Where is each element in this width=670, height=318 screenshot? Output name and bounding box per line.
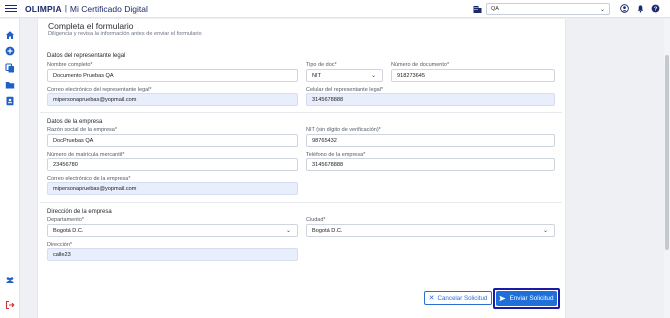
help-question-icon[interactable]: ? — [651, 4, 660, 13]
scrollbar-thumb[interactable] — [665, 55, 669, 250]
section-title-direccion: Dirección de la empresa — [47, 209, 112, 215]
send-request-label: Enviar Solicitud — [509, 295, 554, 302]
home-icon[interactable] — [5, 30, 15, 40]
razon-input[interactable]: DocPruebas QA — [47, 134, 298, 147]
correo-rep-value: mipersonapruebas@yopmail.com — [53, 96, 137, 103]
form-subtitle: Diligencia y revisa la información antes… — [48, 31, 202, 37]
nit-value: 98765432 — [312, 137, 337, 144]
app-title: Mi Certificado Digital — [69, 3, 148, 14]
page-scrollbar[interactable] — [664, 19, 670, 318]
chevron-down-icon: ⌄ — [370, 73, 376, 79]
nombre-value: Documento Pruebas QA — [53, 72, 114, 79]
numero-doc-value: 918273645 — [397, 72, 425, 79]
chevron-down-icon: ⌄ — [542, 228, 548, 234]
celular-input[interactable]: 3145678888 — [306, 93, 555, 106]
chevron-down-icon: ⌄ — [285, 228, 291, 234]
razon-value: DocPruebas QA — [53, 137, 94, 144]
matricula-value: 23456780 — [53, 161, 78, 168]
correo-empresa-input[interactable]: mipersonapruebas@yopmail.com — [47, 182, 298, 195]
nit-input[interactable]: 98765432 — [306, 134, 555, 147]
nombre-input[interactable]: Documento Pruebas QA — [47, 69, 298, 82]
close-icon: ✕ — [428, 295, 435, 302]
company-select-value: QA — [491, 6, 499, 12]
brand-logo: OLIMPIA — [25, 3, 62, 14]
section-divider — [40, 112, 562, 113]
tipo-doc-label: Tipo de doc* — [306, 62, 337, 68]
form-title: Completa el formulario — [48, 21, 134, 31]
telefono-value: 3145678888 — [312, 161, 344, 168]
numero-doc-input[interactable]: 918273645 — [391, 69, 555, 82]
ciudad-select[interactable]: Bogotá D.C. ⌄ — [306, 224, 555, 237]
correo-empresa-value: mipersonapruebas@yopmail.com — [53, 185, 137, 192]
numero-doc-label: Número de documento* — [391, 62, 450, 68]
cancel-request-label: Cancelar Solicitud — [437, 294, 488, 302]
section-title-representante: Datos del representante legal — [47, 53, 126, 59]
folder-icon[interactable] — [5, 80, 15, 90]
tipo-doc-select[interactable]: NIT ⌄ — [306, 69, 383, 82]
cancel-request-button[interactable]: ✕ Cancelar Solicitud — [424, 291, 492, 305]
users-group-icon[interactable] — [5, 275, 15, 285]
company-select[interactable]: QA ⌄ — [486, 3, 610, 15]
brand-separator: | — [64, 4, 67, 13]
send-request-button[interactable]: Enviar Solicitud — [496, 291, 557, 306]
logout-icon[interactable] — [5, 300, 15, 310]
razon-label: Razón social de la empresa* — [47, 127, 118, 133]
direccion-value: calle23 — [53, 251, 71, 258]
add-circle-icon[interactable] — [5, 46, 15, 56]
sidebar — [0, 19, 20, 318]
nombre-label: Nombre completo* — [47, 62, 93, 68]
svg-text:?: ? — [654, 7, 658, 13]
chevron-down-icon: ⌄ — [599, 7, 605, 13]
section-divider — [40, 202, 562, 203]
hamburger-menu-icon[interactable] — [5, 5, 17, 12]
departamento-select[interactable]: Bogotá D.C. ⌄ — [47, 224, 298, 237]
departamento-label: Departamento* — [47, 217, 84, 223]
matricula-input[interactable]: 23456780 — [47, 158, 298, 171]
tipo-doc-value: NIT — [312, 72, 322, 79]
correo-rep-input[interactable]: mipersonapruebas@yopmail.com — [47, 93, 298, 106]
send-icon — [499, 295, 507, 302]
building-icon — [473, 6, 482, 13]
user-account-icon[interactable] — [620, 4, 629, 13]
departamento-value: Bogotá D.C. — [53, 227, 84, 234]
nit-label: NIT (sin dígito de verificación)* — [306, 127, 381, 133]
telefono-input[interactable]: 3145678888 — [306, 158, 555, 171]
top-header: OLIMPIA | Mi Certificado Digital QA ⌄ ? — [0, 0, 670, 18]
id-card-icon[interactable] — [5, 96, 15, 106]
ciudad-value: Bogotá D.C. — [312, 227, 343, 234]
notification-bell-icon[interactable] — [636, 4, 645, 13]
celular-value: 3145678888 — [312, 96, 344, 103]
section-title-empresa: Datos de la empresa — [47, 119, 103, 125]
direccion-input[interactable]: calle23 — [47, 248, 298, 261]
copy-documents-icon[interactable] — [5, 63, 15, 73]
ciudad-label: Ciudad* — [306, 217, 326, 223]
